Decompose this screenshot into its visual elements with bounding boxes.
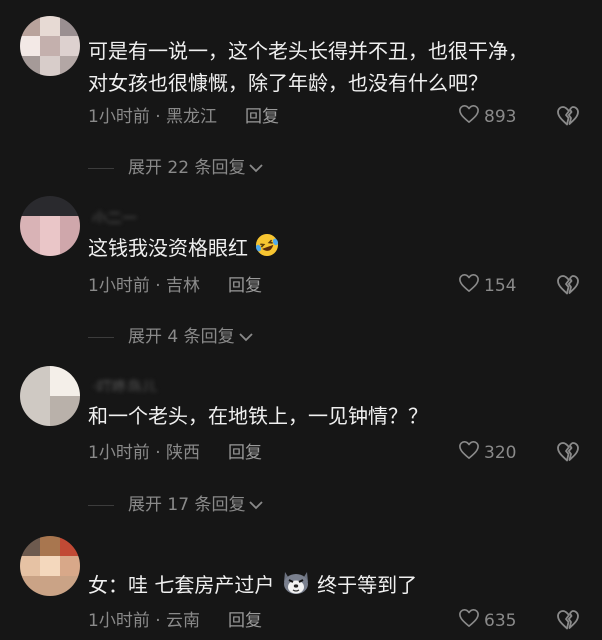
like-button[interactable]: 635	[458, 608, 517, 635]
comment-time-location: 1小时前 · 陕西	[88, 443, 201, 463]
avatar[interactable]	[20, 196, 80, 256]
laughing-crying-emoji-icon	[254, 232, 280, 267]
chevron-down-icon	[249, 163, 264, 173]
reply-button[interactable]: 回复	[228, 443, 262, 463]
reply-button[interactable]: 回复	[228, 276, 262, 296]
heart-outline-icon	[458, 440, 480, 467]
avatar[interactable]	[20, 366, 80, 426]
username[interactable]: 小二一	[92, 207, 137, 223]
comment-time-location: 1小时前 · 吉林	[88, 276, 201, 296]
like-button[interactable]: 893	[458, 104, 517, 131]
husky-dog-emoji-icon	[281, 568, 311, 605]
expand-replies-button[interactable]: 展开 17 条回复	[88, 493, 264, 517]
like-button[interactable]: 154	[458, 273, 517, 300]
comment-time-location: 1小时前 · 黑龙江	[88, 107, 218, 127]
expand-replies-button[interactable]: 展开 22 条回复	[88, 156, 264, 180]
username[interactable]: ·叮咚鸟儿	[92, 376, 157, 392]
heart-outline-icon	[458, 608, 480, 635]
comment-meta: 1小时前 · 陕西 回复	[88, 441, 262, 465]
comment-text: 这钱我没资格眼红	[88, 232, 562, 267]
broken-heart-icon[interactable]	[556, 441, 580, 465]
chevron-down-icon	[238, 332, 253, 342]
heart-outline-icon	[458, 273, 480, 300]
reply-button[interactable]: 回复	[228, 611, 262, 631]
like-count: 635	[484, 611, 517, 631]
comment-meta: 1小时前 · 云南 回复	[88, 609, 262, 633]
avatar[interactable]	[20, 536, 80, 596]
expand-replies-button[interactable]: 展开 4 条回复	[88, 325, 253, 349]
chevron-down-icon	[249, 500, 264, 510]
comment-time-location: 1小时前 · 云南	[88, 611, 201, 631]
divider	[88, 504, 114, 506]
broken-heart-icon[interactable]	[556, 105, 580, 129]
comment-text: 女：哇 七套房产过户 终于等到了	[88, 568, 562, 605]
divider	[88, 167, 114, 169]
like-count: 154	[484, 276, 517, 296]
comment-meta: 1小时前 · 黑龙江 回复	[88, 105, 279, 129]
like-button[interactable]: 320	[458, 440, 517, 467]
like-count: 320	[484, 443, 517, 463]
like-count: 893	[484, 107, 517, 127]
divider	[88, 336, 114, 338]
comment-meta: 1小时前 · 吉林 回复	[88, 274, 262, 298]
comment-text: 可是有一说一，这个老头长得并不丑，也很干净， 对女孩也很慷慨，除了年龄，也没有什…	[88, 39, 528, 95]
avatar[interactable]	[20, 16, 80, 76]
heart-outline-icon	[458, 104, 480, 131]
broken-heart-icon[interactable]	[556, 274, 580, 298]
comment-text: 和一个老头，在地铁上，一见钟情？？	[88, 404, 428, 428]
reply-button[interactable]: 回复	[245, 107, 279, 127]
broken-heart-icon[interactable]	[556, 609, 580, 633]
